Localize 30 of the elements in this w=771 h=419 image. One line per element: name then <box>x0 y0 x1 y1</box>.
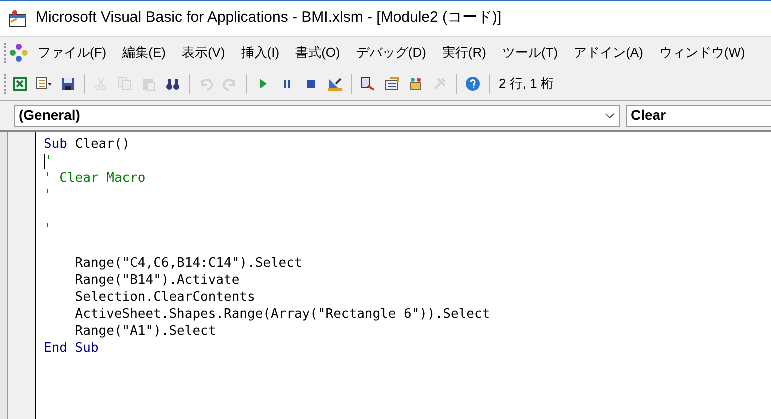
code-text: ActiveSheet.Shapes.Range(Array("Rectangle 6")).Select <box>74 306 490 323</box>
vba-icon <box>9 42 29 62</box>
cursor-position: 2 行, 1 桁 <box>499 75 554 94</box>
code-keyword: Sub <box>44 136 68 153</box>
app-icon <box>8 10 28 28</box>
code-text: Range("C4,C6,B14:C14").Select <box>74 255 302 272</box>
code-keyword: End Sub <box>44 340 99 357</box>
code-comment: ' Clear Macro <box>44 170 146 187</box>
menu-item[interactable]: ファイル(F) <box>31 42 114 62</box>
menu-item[interactable]: デバッグ(D) <box>349 42 434 62</box>
menu-item[interactable]: ウィンドウ(W) <box>652 42 752 62</box>
menu-item[interactable]: 実行(R) <box>435 42 494 62</box>
chevron-down-icon <box>605 112 615 118</box>
menu-item[interactable]: アドイン(A) <box>567 42 650 62</box>
code-text: Range("A1").Select <box>74 323 216 340</box>
code-text: Clear() <box>74 136 130 153</box>
menu-item[interactable]: ツール(T) <box>495 42 566 62</box>
window-title: Microsoft Visual Basic for Applications - BMI.xlsm - [Module2 (コード)] <box>36 8 502 28</box>
menu-item[interactable]: 挿入(I) <box>234 42 287 62</box>
code-text: Selection.ClearContents <box>74 289 256 306</box>
code-text: Range("B14").Activate <box>74 272 240 289</box>
object-dropdown[interactable]: (General) <box>14 104 620 126</box>
text-cursor <box>44 154 45 169</box>
code-comment: ' <box>44 187 52 204</box>
menu-item[interactable]: 編集(E) <box>116 42 173 62</box>
menu-item[interactable]: 表示(V) <box>174 42 232 62</box>
menu-item[interactable]: 書式(O) <box>288 42 348 62</box>
code-comment: ' <box>45 153 53 170</box>
code-comment: ' <box>44 221 52 238</box>
procedure-dropdown[interactable]: Clear <box>626 104 771 126</box>
